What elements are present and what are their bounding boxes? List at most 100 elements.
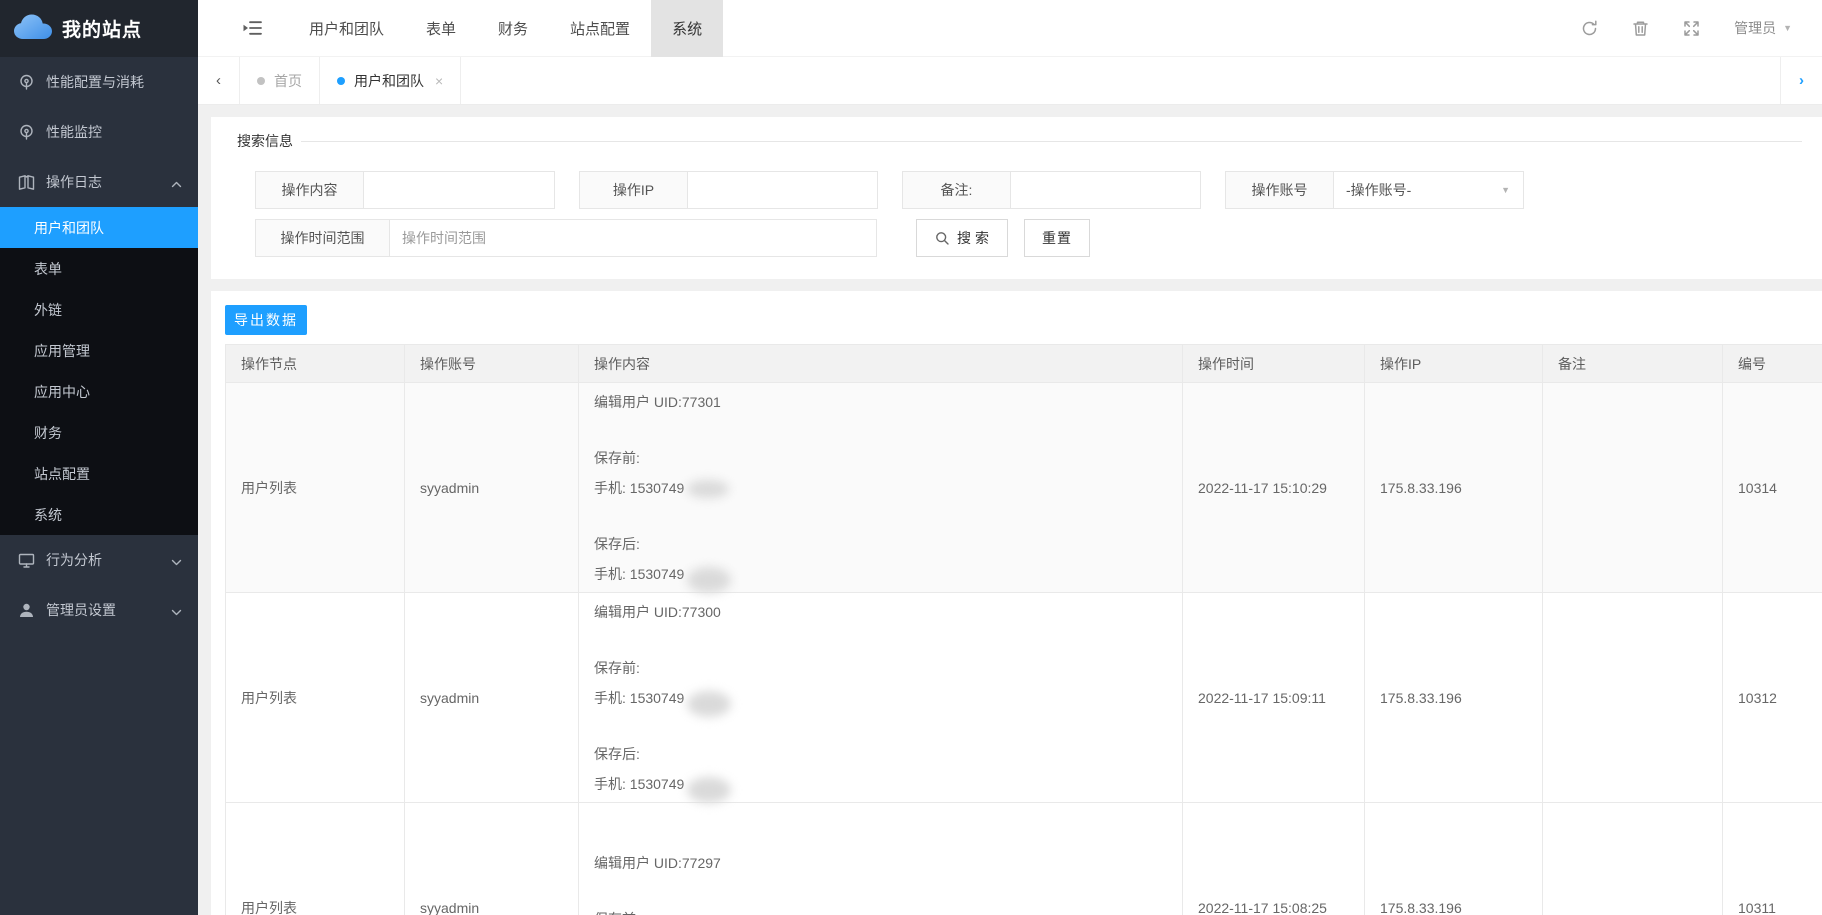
site-logo[interactable]: 我的站点 [0, 0, 198, 57]
refresh-icon[interactable] [1581, 20, 1598, 37]
sidebar-item-performance-monitor[interactable]: 性能监控 [0, 107, 198, 157]
cell-node: 用户列表 [226, 383, 405, 593]
tabs-scroll-right-button[interactable]: › [1780, 57, 1822, 104]
tab-label: 用户和团队 [354, 71, 424, 91]
cell-ip: 175.8.33.196 [1365, 383, 1543, 593]
topnav-item-system[interactable]: 系统 [651, 0, 723, 57]
monitor-icon [18, 552, 35, 569]
field-label: 操作内容 [256, 172, 364, 208]
field-label: 操作账号 [1226, 172, 1334, 208]
operation-account-select[interactable]: -操作账号- ▼ [1334, 172, 1523, 208]
note-input[interactable] [1011, 172, 1200, 208]
chevron-up-icon [171, 177, 182, 188]
topnav-item-site-config[interactable]: 站点配置 [549, 0, 651, 57]
sidebar-item-label: 性能配置与消耗 [46, 72, 144, 92]
submenu-item-app-management[interactable]: 应用管理 [0, 330, 198, 371]
submenu-item-site-config[interactable]: 站点配置 [0, 453, 198, 494]
operation-content-input[interactable] [364, 172, 554, 208]
submenu-item-forms[interactable]: 表单 [0, 248, 198, 289]
search-field-note: 备注: [902, 171, 1201, 209]
reset-button[interactable]: 重置 [1024, 219, 1090, 257]
topnav-item-forms[interactable]: 表单 [405, 0, 477, 57]
tab-users-teams[interactable]: 用户和团队 × [320, 57, 461, 104]
search-icon [935, 231, 950, 246]
field-label: 操作时间范围 [256, 220, 390, 256]
search-field-time-range: 操作时间范围 [255, 219, 877, 257]
close-tab-icon[interactable]: × [435, 74, 443, 88]
cell-content: 编辑用户 UID:77301 保存前: 手机: 1530749 保存后: 手机:… [579, 383, 1183, 593]
user-icon [18, 602, 35, 619]
table-row[interactable]: 用户列表 syyadmin 编辑用户 UID:77297 保存前: 手机: 15… [226, 803, 1822, 915]
cell-note [1543, 803, 1723, 915]
sidebar-item-admin-settings[interactable]: 管理员设置 [0, 585, 198, 635]
search-button-label: 搜索 [957, 228, 993, 248]
col-header-ip: 操作IP [1365, 345, 1543, 383]
col-header-id: 编号 [1723, 345, 1822, 383]
selected-option: -操作账号- [1346, 180, 1411, 200]
sidebar-item-label: 行为分析 [46, 550, 102, 570]
sidebar-item-behavior-analysis[interactable]: 行为分析 [0, 535, 198, 585]
site-title: 我的站点 [62, 15, 142, 42]
time-range-input[interactable] [390, 220, 876, 256]
cell-content: 编辑用户 UID:77300 保存前: 手机: 1530749 保存后: 手机:… [579, 593, 1183, 803]
chevron-down-icon: ▼ [1501, 185, 1510, 195]
table-row[interactable]: 用户列表 syyadmin 编辑用户 UID:77301 保存前: 手机: 15… [226, 383, 1822, 593]
submenu-item-users-teams[interactable]: 用户和团队 [0, 207, 198, 248]
broadcast-icon [18, 124, 35, 141]
search-row-2: 操作时间范围 搜索 重置 [255, 219, 1802, 257]
search-row-1: 操作内容 操作IP 备注: 操作账号 [255, 171, 1802, 209]
cell-ip: 175.8.33.196 [1365, 803, 1543, 915]
search-field-content: 操作内容 [255, 171, 555, 209]
col-header-time: 操作时间 [1183, 345, 1365, 383]
table-header-row: 操作节点 操作账号 操作内容 操作时间 操作IP 备注 编号 [226, 345, 1822, 383]
app-window: 我的站点 性能配置与消耗 性能监控 操作日志 用户和团队 表单 [0, 0, 1822, 915]
chevron-down-icon: ▼ [1783, 23, 1792, 33]
search-panel: 搜索信息 操作内容 操作IP 备注: [211, 117, 1822, 279]
field-label: 操作IP [580, 172, 688, 208]
sidebar: 我的站点 性能配置与消耗 性能监控 操作日志 用户和团队 表单 [0, 0, 198, 915]
redacted-blur [687, 567, 731, 593]
col-header-account: 操作账号 [405, 345, 579, 383]
field-label: 备注: [903, 172, 1011, 208]
user-name: 管理员 [1734, 18, 1776, 38]
cell-account: syyadmin [405, 803, 579, 915]
top-navbar: 用户和团队 表单 财务 站点配置 系统 管理员 ▼ [198, 0, 1822, 57]
cell-note [1543, 593, 1723, 803]
tabs-scroll-left-button[interactable]: ‹ [198, 57, 240, 104]
topnav-item-finance[interactable]: 财务 [477, 0, 549, 57]
trash-icon[interactable] [1632, 20, 1649, 37]
content-area: 搜索信息 操作内容 操作IP 备注: [198, 105, 1822, 915]
search-button[interactable]: 搜索 [916, 219, 1008, 257]
redacted-blur [687, 777, 731, 803]
sidebar-item-operation-log[interactable]: 操作日志 [0, 157, 198, 207]
log-table-panel: 导出数据 操作节点 操作账号 操作内容 操作时间 操作IP 备注 [211, 291, 1822, 915]
user-menu[interactable]: 管理员 ▼ [1734, 18, 1792, 38]
cell-account: syyadmin [405, 593, 579, 803]
sidebar-item-label: 管理员设置 [46, 600, 116, 620]
cell-time: 2022-11-17 15:08:25 [1183, 803, 1365, 915]
sidebar-item-performance-config[interactable]: 性能配置与消耗 [0, 57, 198, 107]
cell-note [1543, 383, 1723, 593]
submenu-item-system[interactable]: 系统 [0, 494, 198, 535]
col-header-content: 操作内容 [579, 345, 1183, 383]
table-row[interactable]: 用户列表 syyadmin 编辑用户 UID:77300 保存前: 手机: 15… [226, 593, 1822, 803]
redacted-blur [687, 691, 731, 717]
col-header-note: 备注 [1543, 345, 1723, 383]
submenu-item-external-links[interactable]: 外链 [0, 289, 198, 330]
collapse-sidebar-icon[interactable] [243, 20, 262, 36]
topnav-item-users-teams[interactable]: 用户和团队 [288, 0, 405, 57]
cell-id: 10311 [1723, 803, 1822, 915]
cell-time: 2022-11-17 15:09:11 [1183, 593, 1365, 803]
submenu-item-finance[interactable]: 财务 [0, 412, 198, 453]
operation-ip-input[interactable] [688, 172, 877, 208]
cloud-logo-icon [13, 13, 53, 44]
submenu-item-app-center[interactable]: 应用中心 [0, 371, 198, 412]
cell-id: 10312 [1723, 593, 1822, 803]
tab-home[interactable]: 首页 [240, 57, 320, 104]
cell-ip: 175.8.33.196 [1365, 593, 1543, 803]
fullscreen-icon[interactable] [1683, 20, 1700, 37]
cell-node: 用户列表 [226, 593, 405, 803]
sidebar-item-label: 操作日志 [46, 172, 102, 192]
export-data-button[interactable]: 导出数据 [225, 305, 307, 335]
cell-id: 10314 [1723, 383, 1822, 593]
